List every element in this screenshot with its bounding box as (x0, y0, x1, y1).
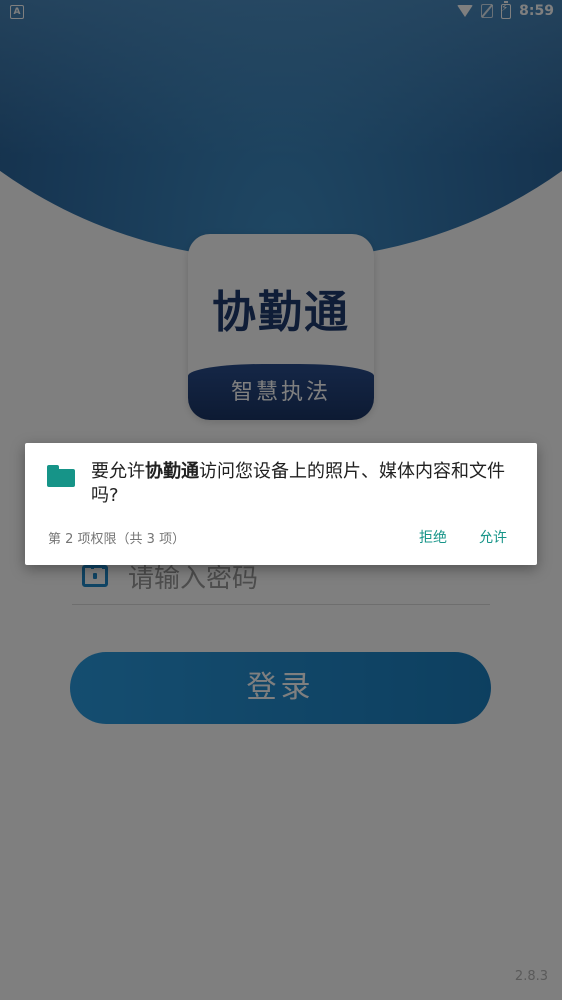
allow-button[interactable]: 允许 (471, 523, 515, 551)
message-prefix: 要允许 (91, 461, 145, 482)
permission-dialog: 要允许协勤通访问您设备上的照片、媒体内容和文件吗? 第 2 项权限（共 3 项）… (25, 443, 537, 565)
login-screen: A 8:59 协勤通 智慧执法 请输入密码 登录 2.8.3 要允许协勤通访问您… (0, 0, 562, 1000)
deny-button[interactable]: 拒绝 (411, 523, 455, 551)
permission-counter: 第 2 项权限（共 3 项） (48, 532, 186, 547)
permission-message: 要允许协勤通访问您设备上的照片、媒体内容和文件吗? (91, 460, 527, 508)
folder-icon (47, 465, 75, 487)
app-name: 协勤通 (145, 461, 199, 482)
